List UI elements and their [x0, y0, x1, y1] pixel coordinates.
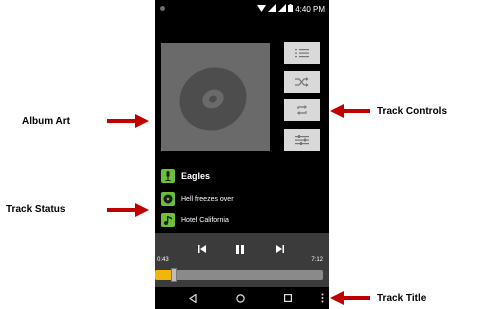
- artist-name: Eagles: [181, 171, 211, 181]
- callout-track-status: Track Status: [6, 204, 66, 215]
- elapsed-time: 0:43: [157, 257, 169, 263]
- playlist-button[interactable]: [284, 42, 320, 64]
- repeat-icon: [297, 105, 307, 115]
- equalizer-button[interactable]: [284, 129, 320, 151]
- arrow-track-status-icon: [107, 203, 149, 217]
- shuffle-icon: [295, 77, 309, 87]
- menu-button[interactable]: [315, 292, 329, 304]
- repeat-button[interactable]: [284, 99, 320, 121]
- disc-icon: [161, 192, 175, 206]
- previous-button[interactable]: [195, 242, 209, 256]
- callout-track-controls: Track Controls: [377, 106, 448, 117]
- list-icon: [295, 49, 309, 58]
- wifi-icon: [257, 5, 266, 12]
- signal-icon: [268, 4, 276, 12]
- disc-artwork-icon: [179, 67, 247, 131]
- next-icon: [276, 245, 284, 253]
- title-row[interactable]: Hotel California: [161, 212, 229, 228]
- shuffle-button[interactable]: [284, 71, 320, 93]
- signal-2-icon: [278, 4, 286, 12]
- music-note-icon: [161, 213, 175, 227]
- next-button[interactable]: [273, 242, 287, 256]
- recents-icon: [284, 294, 292, 302]
- home-button[interactable]: [233, 292, 247, 304]
- equalizer-icon: [295, 135, 309, 145]
- pause-icon: [236, 244, 244, 254]
- album-row[interactable]: Hell freezes over: [161, 191, 234, 207]
- track-title: Hotel California: [181, 216, 229, 224]
- home-icon: [235, 293, 245, 303]
- seek-thumb[interactable]: [171, 268, 177, 282]
- microphone-icon: [161, 169, 175, 183]
- recents-button[interactable]: [281, 292, 295, 304]
- phone-screen: 4:40 PM Eagles Hell freezes over Hotel C…: [155, 0, 329, 309]
- status-bar: 4:40 PM: [155, 0, 329, 18]
- callout-track-title: Track Title: [377, 293, 427, 304]
- seek-progress: [155, 270, 172, 280]
- back-icon: [189, 293, 197, 303]
- total-time: 7:12: [311, 257, 323, 263]
- arrow-track-title-icon: [330, 291, 370, 305]
- player-bar: 0:43 7:12: [155, 233, 329, 287]
- previous-icon: [198, 245, 206, 253]
- arrow-album-art-icon: [107, 114, 149, 128]
- callout-album-art: Album Art: [22, 116, 70, 127]
- seek-bar[interactable]: [155, 268, 323, 282]
- album-art: [161, 43, 270, 151]
- menu-icon: [321, 293, 323, 303]
- artist-row[interactable]: Eagles: [161, 168, 210, 184]
- back-button[interactable]: [186, 292, 200, 304]
- battery-icon: [288, 4, 293, 12]
- status-time: 4:40 PM: [295, 5, 325, 14]
- album-name: Hell freezes over: [181, 195, 234, 203]
- pause-button[interactable]: [233, 242, 247, 256]
- notification-dot-icon: [160, 6, 165, 11]
- nav-bar: [155, 287, 329, 309]
- arrow-track-controls-icon: [330, 104, 370, 118]
- status-icons: [257, 4, 293, 12]
